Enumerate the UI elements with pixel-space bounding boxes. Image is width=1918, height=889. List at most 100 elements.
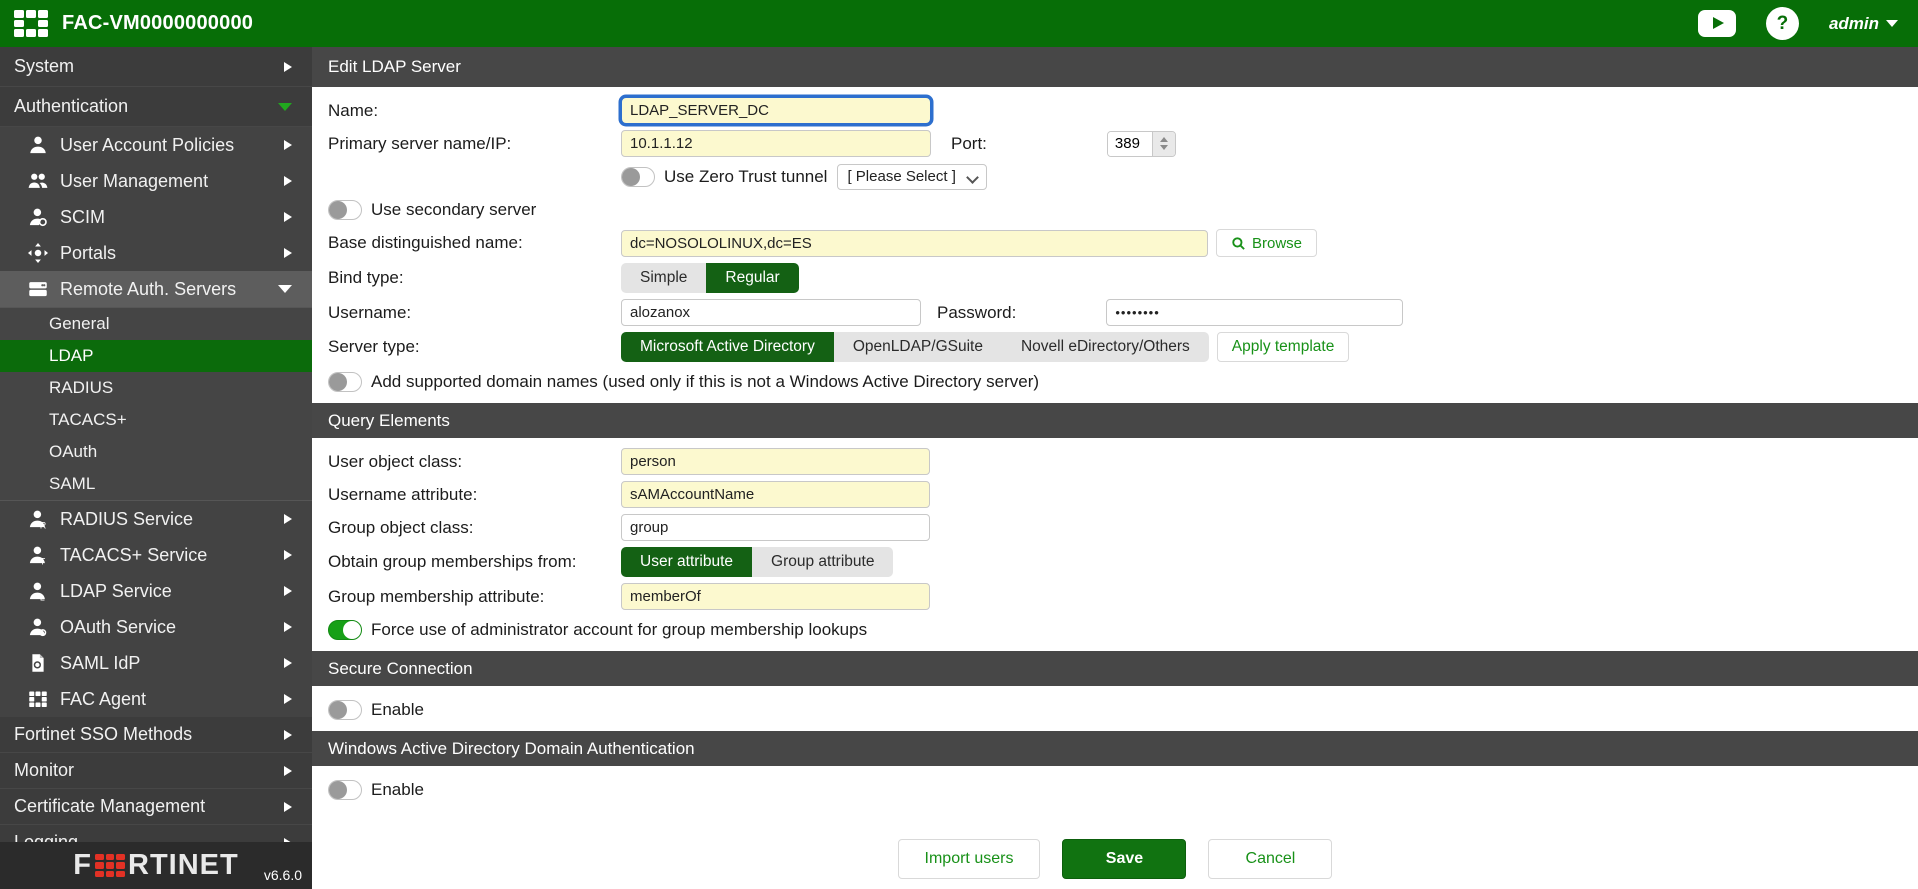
ldap-form: Name: Primary server name/IP: Port: (312, 87, 1918, 889)
sidebar-item-fortinet-sso-methods[interactable]: Fortinet SSO Methods (0, 717, 312, 753)
sidebar-item-fac-agent[interactable]: FAC Agent (0, 681, 312, 717)
bind-type-label: Bind type: (328, 268, 404, 287)
remote-auth-submenu: General LDAP RADIUS TACACS+ OAuth SAML (0, 307, 312, 501)
sidebar-item-tacacs-service[interactable]: T TACACS+ Service (0, 537, 312, 573)
browse-button[interactable]: Browse (1216, 229, 1318, 257)
section-secure-connection: Secure Connection (312, 651, 1918, 686)
sidebar-item-user-account-policies[interactable]: User Account Policies (0, 127, 312, 163)
chevron-right-icon (284, 212, 292, 222)
username-attribute-label: Username attribute: (328, 484, 478, 504)
add-domains-toggle[interactable] (328, 371, 362, 392)
fortinet-logo-text: F (73, 849, 92, 881)
sidebar-item-general[interactable]: General (0, 308, 312, 340)
apply-template-button[interactable]: Apply template (1216, 332, 1350, 362)
spinner-up-icon (1159, 137, 1168, 142)
main-content: Edit LDAP Server Name: Primary server na… (312, 47, 1918, 889)
bind-type-simple-button[interactable]: Simple (621, 263, 707, 293)
secure-enable-toggle[interactable] (328, 699, 362, 720)
help-icon[interactable]: ? (1765, 7, 1799, 40)
secondary-server-label: Use secondary server (371, 199, 537, 219)
password-input[interactable] (1106, 299, 1404, 326)
sidebar-item-oauth[interactable]: OAuth (0, 436, 312, 468)
sidebar-item-radius-service[interactable]: R RADIUS Service (0, 501, 312, 537)
sidebar-item-remote-auth-servers[interactable]: Remote Auth. Servers (0, 271, 312, 307)
sidebar-item-system[interactable]: System (0, 47, 312, 87)
zero-trust-label: Use Zero Trust tunnel (664, 166, 828, 186)
chevron-down-icon (278, 285, 292, 293)
force-admin-toggle[interactable] (328, 619, 362, 640)
chevron-right-icon (284, 514, 292, 524)
sidebar-item-scim[interactable]: SCIM (0, 199, 312, 235)
zero-trust-select[interactable]: [ Please Select ] (837, 163, 987, 190)
sidebar-item-monitor[interactable]: Monitor (0, 753, 312, 789)
user-object-class-input[interactable] (621, 448, 930, 475)
username-input[interactable] (621, 299, 921, 326)
sidebar-item-logging[interactable]: Logging (0, 825, 312, 842)
cancel-button[interactable]: Cancel (1208, 839, 1333, 879)
sidebar-item-label: LDAP Service (60, 580, 172, 601)
sidebar-item-label: SAML IdP (60, 652, 141, 673)
group-attribute-button[interactable]: Group attribute (752, 547, 894, 577)
sidebar-item-user-management[interactable]: User Management (0, 163, 312, 199)
port-input[interactable] (1107, 131, 1152, 156)
user-attribute-button[interactable]: User attribute (621, 547, 753, 577)
chevron-right-icon (284, 658, 292, 668)
sidebar-item-label: Logging (14, 832, 79, 842)
obtain-memberships-segmented: User attribute Group attribute (621, 547, 894, 577)
username-attribute-input[interactable] (621, 481, 930, 508)
add-domains-label: Add supported domain names (used only if… (371, 371, 1040, 391)
zero-trust-toggle[interactable] (621, 166, 655, 187)
grid-icon (27, 689, 49, 709)
chevron-right-icon (284, 176, 292, 186)
winad-enable-toggle[interactable] (328, 779, 362, 800)
sidebar-item-ldap[interactable]: LDAP (0, 340, 312, 372)
sidebar-item-portals[interactable]: Portals (0, 235, 312, 271)
sidebar-item-authentication[interactable]: Authentication (0, 87, 312, 127)
admin-label: admin (1828, 13, 1879, 33)
svg-text:L: L (40, 592, 45, 601)
bind-type-segmented: Simple Regular (621, 263, 799, 293)
server-type-novell-button[interactable]: Novell eDirectory/Others (1001, 332, 1209, 362)
youtube-icon[interactable] (1697, 10, 1736, 37)
server-type-openldap-button[interactable]: OpenLDAP/GSuite (833, 332, 1002, 362)
sidebar-item-label: FAC Agent (60, 688, 147, 709)
secondary-server-toggle[interactable] (328, 199, 362, 220)
sidebar-item-oauth-service[interactable]: OAuth Service (0, 609, 312, 645)
import-users-button[interactable]: Import users (897, 839, 1041, 879)
portals-icon (27, 243, 49, 263)
user-badge-icon: L (27, 581, 49, 601)
sidebar-item-label: Remote Auth. Servers (60, 278, 237, 299)
page-title: Edit LDAP Server (312, 47, 1918, 87)
primary-server-input[interactable] (621, 130, 931, 157)
sidebar: System Authentication User Account Polic… (0, 47, 312, 889)
save-button[interactable]: Save (1062, 839, 1187, 879)
admin-dropdown[interactable]: admin (1829, 14, 1898, 34)
name-input[interactable] (621, 97, 931, 124)
secure-enable-label: Enable (371, 699, 424, 719)
server-type-label: Server type: (328, 337, 420, 356)
sidebar-item-tacacs[interactable]: TACACS+ (0, 404, 312, 436)
sidebar-item-label: Certificate Management (14, 796, 206, 816)
sidebar-item-label: TACACS+ Service (60, 544, 208, 565)
base-dn-input[interactable] (621, 229, 1208, 257)
sidebar-item-radius[interactable]: RADIUS (0, 372, 312, 404)
sidebar-item-certificate-management[interactable]: Certificate Management (0, 789, 312, 825)
sidebar-item-saml[interactable]: SAML (0, 468, 312, 500)
sidebar-item-label: RADIUS (49, 378, 114, 397)
sidebar-item-ldap-service[interactable]: L LDAP Service (0, 573, 312, 609)
fortinet-logo-text: RTINET (128, 849, 239, 881)
sidebar-item-label: General (49, 314, 110, 333)
port-stepper (1106, 130, 1176, 157)
version-label: v6.6.0 (263, 867, 302, 883)
port-spinner-buttons[interactable] (1151, 131, 1175, 156)
force-admin-label: Force use of administrator account for g… (371, 619, 868, 639)
top-bar: FAC-VM0000000000 ? admin (0, 0, 1918, 47)
sidebar-item-saml-idp[interactable]: SAML IdP (0, 645, 312, 681)
server-type-msad-button[interactable]: Microsoft Active Directory (621, 332, 834, 362)
chevron-right-icon (284, 801, 292, 812)
group-membership-attribute-input[interactable] (621, 583, 930, 610)
chevron-right-icon (284, 694, 292, 704)
bind-type-regular-button[interactable]: Regular (706, 263, 799, 293)
group-object-class-input[interactable] (621, 514, 930, 541)
browse-button-label: Browse (1252, 234, 1303, 252)
